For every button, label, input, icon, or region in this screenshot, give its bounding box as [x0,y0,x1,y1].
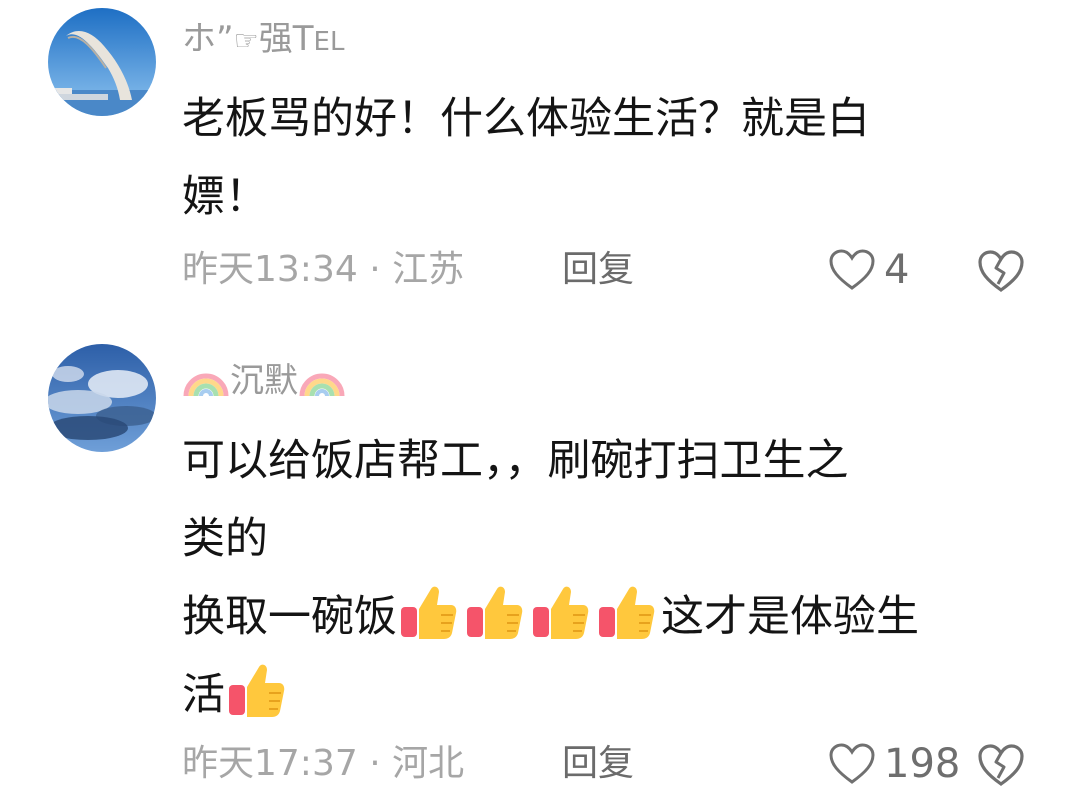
username-part: ホ” [182,19,234,59]
avatar[interactable] [48,8,156,116]
time-location: 昨天17:37 · 河北 [182,743,465,784]
lighthouse-pier-avatar-image [48,8,156,116]
heart-icon [829,249,875,290]
comment-meta: 昨天17:37 · 河北 回复 198 [182,736,1082,792]
comment-content: 老板骂的好！什么体验生活？就是白 嫖！ [182,80,1022,236]
like-count: 198 [884,741,961,787]
comment-line: 换取一碗饭 这才是体验生 [182,578,1022,656]
comment-text: 换取一碗饭 [182,592,397,642]
username-text: 沉默 [230,361,298,401]
rainbow-icon [183,373,229,397]
reply-button[interactable]: 回复 [562,242,634,298]
comment-line: 嫖！ [182,172,268,222]
username-part: 强T [258,19,314,59]
username[interactable]: ホ”☞强TEL [182,22,344,56]
rainbow-icon [299,373,345,397]
comment-line: 可以给饭店帮工，，刷碗打扫卫生之 [182,436,849,486]
cloudy-sky-avatar-image [48,344,156,452]
broken-heart-icon [978,250,1024,292]
thumbs-up-icon [401,586,457,639]
thumbs-up-icon [229,664,285,717]
comment-item: 沉默 可以给饭店帮工，，刷碗打扫卫生之 类的 换取一碗饭 这才是体验生 活 昨天1… [0,330,1082,811]
heart-icon [829,743,875,784]
like-button[interactable]: 4 [828,242,909,298]
pointing-hand-icon: ☞ [233,24,259,57]
thumbs-up-icon [533,586,589,639]
comment-line: 老板骂的好！什么体验生活？就是白 [182,94,870,144]
time-location: 昨天13:34 · 江苏 [182,249,465,290]
comment-item: ホ”☞强TEL 老板骂的好！什么体验生活？就是白 嫖！ 昨天13:34 · 江苏… [0,0,1082,320]
comment-text: 这才是体验生 [661,592,919,642]
broken-heart-icon [978,744,1024,786]
like-button[interactable]: 198 [828,736,960,792]
like-count: 4 [884,247,910,293]
comment-line: 类的 [182,514,268,564]
thumbs-up-icon [599,586,655,639]
username[interactable]: 沉默 [182,356,346,398]
comment-content: 可以给饭店帮工，，刷碗打扫卫生之 类的 换取一碗饭 这才是体验生 活 [182,422,1022,734]
reply-button[interactable]: 回复 [562,736,634,792]
thumbs-up-icon [467,586,523,639]
username-part: EL [313,27,345,57]
comment-text: 活 [182,670,225,720]
comment-line: 活 [182,656,1022,734]
dislike-button[interactable] [976,248,1026,294]
comment-meta: 昨天13:34 · 江苏 回复 4 [182,242,1082,298]
dislike-button[interactable] [976,742,1026,788]
avatar[interactable] [48,344,156,452]
